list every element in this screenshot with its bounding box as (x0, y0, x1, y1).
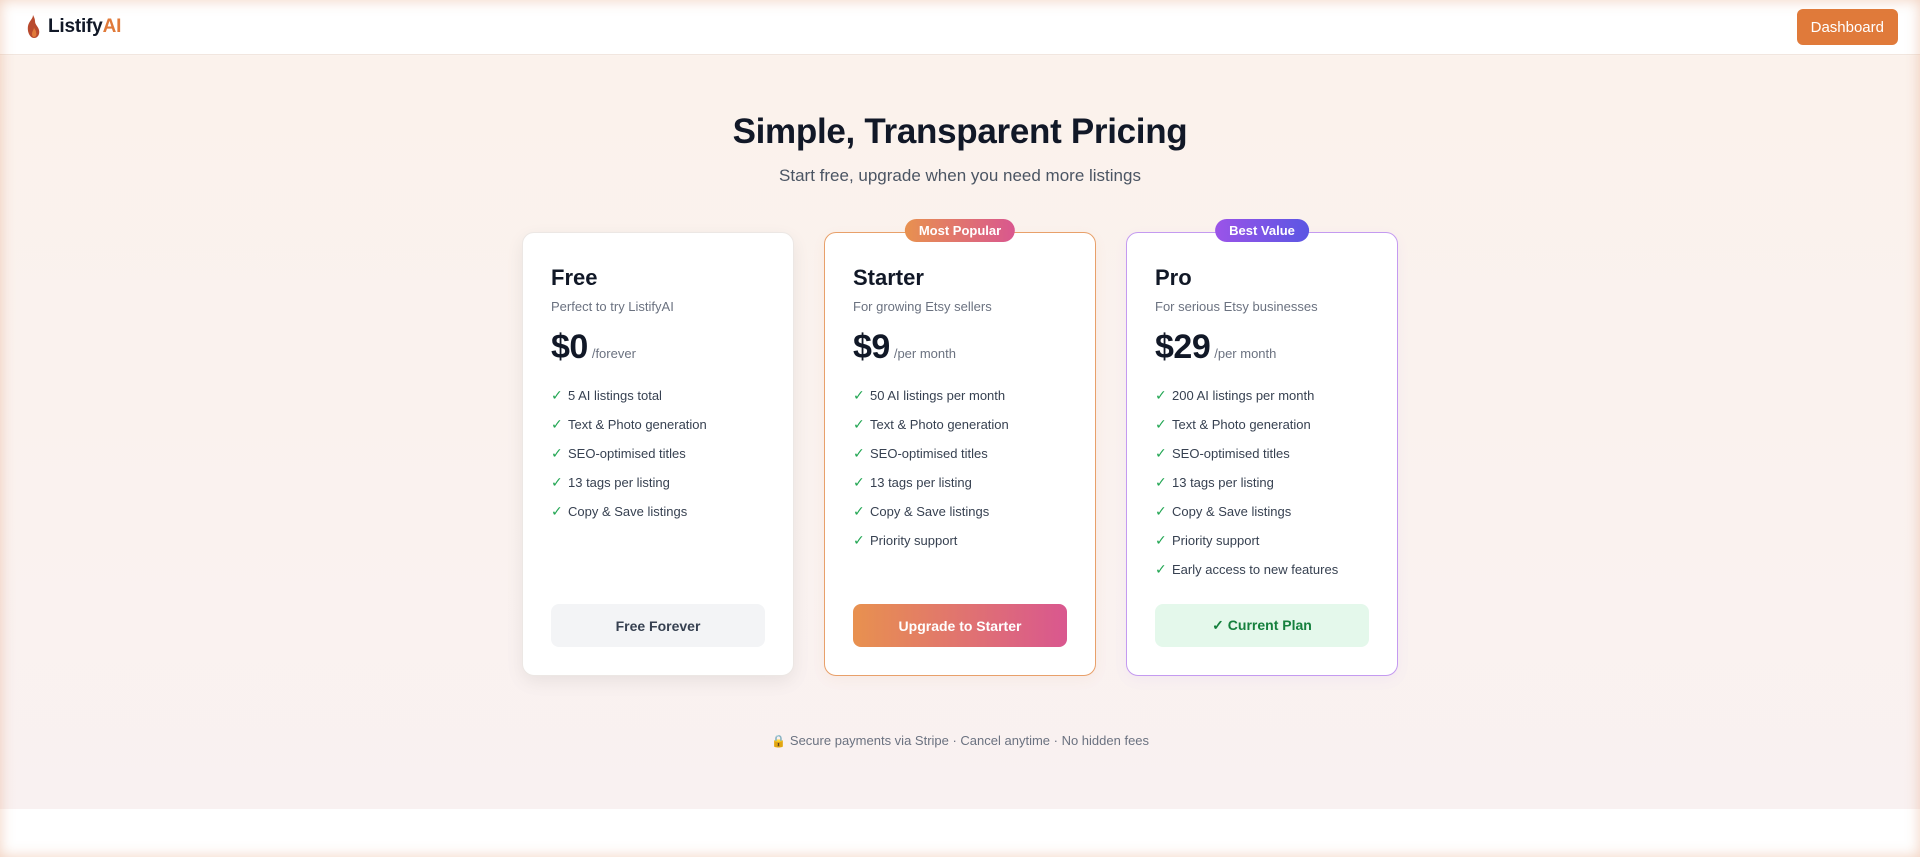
feature-text: 200 AI listings per month (1172, 388, 1315, 403)
plan-description: Perfect to try ListifyAI (551, 299, 674, 314)
feature-text: SEO-optimised titles (1172, 446, 1290, 461)
dashboard-button[interactable]: Dashboard (1796, 9, 1898, 45)
page-subtitle: Start free, upgrade when you need more l… (779, 166, 1141, 185)
feature-text: Early access to new features (1172, 562, 1339, 577)
most-popular-badge: Most Popular (904, 219, 1016, 242)
feature-text: Text & Photo generation (568, 417, 707, 432)
plan-name: Starter (853, 265, 924, 290)
check-icon: ✓ (853, 532, 865, 548)
check-icon: ✓ (853, 503, 865, 519)
check-icon: ✓ (551, 474, 563, 490)
feature-text: Priority support (1172, 533, 1260, 548)
top-navbar: ListifyAI Dashboard (0, 0, 1920, 55)
feature-item: ✓ Copy & Save listings (551, 497, 765, 526)
feature-item: ✓ 13 tags per listing (1155, 468, 1369, 497)
plan-period: /per month (893, 346, 956, 361)
plan-card-free: Free Perfect to try ListifyAI $0 /foreve… (522, 232, 794, 676)
check-icon: ✓ (1155, 387, 1167, 403)
plan-description: For growing Etsy sellers (853, 299, 992, 314)
plan-price: $9 (853, 328, 890, 366)
price-row: $0 /forever (551, 328, 765, 367)
feature-list: ✓ 200 AI listings per month ✓ Text & Photo… (1155, 381, 1369, 584)
check-icon: ✓ (1155, 474, 1167, 490)
feature-text: 13 tags per listing (870, 475, 972, 490)
price-row: $9 /per month (853, 328, 1067, 367)
feature-item: ✓ Text & Photo generation (551, 410, 765, 439)
plan-period: /forever (591, 346, 636, 361)
page-title: Simple, Transparent Pricing (732, 112, 1188, 151)
check-icon: ✓ (853, 445, 865, 461)
feature-item: ✓ SEO-optimised titles (551, 439, 765, 468)
feature-item: ✓ Priority support (1155, 526, 1369, 555)
price-row: $29 /per month (1155, 328, 1369, 367)
feature-item: ✓ 13 tags per listing (551, 468, 765, 497)
check-icon: ✓ (1155, 532, 1167, 548)
check-icon: ✓ (551, 416, 563, 432)
feature-item: ✓ Text & Photo generation (1155, 410, 1369, 439)
check-icon: ✓ (853, 387, 865, 403)
check-icon: ✓ (1155, 503, 1167, 519)
secure-payments-note: 🔒 Secure payments via Stripe · Cancel an… (0, 733, 1920, 748)
check-icon: ✓ (853, 474, 865, 490)
feature-list: ✓ 50 AI listings per month ✓ Text & Photo … (853, 381, 1067, 555)
feature-text: SEO-optimised titles (568, 446, 686, 461)
feature-item: ✓ Copy & Save listings (1155, 497, 1369, 526)
bottom-strip (0, 809, 1920, 857)
plan-card-starter: Most Popular Starter For growing Etsy se… (824, 219, 1096, 676)
feature-text: Text & Photo generation (1172, 417, 1311, 432)
feature-text: SEO-optimised titles (870, 446, 988, 461)
feature-text: 50 AI listings per month (870, 388, 1006, 403)
feature-item: ✓ Early access to new features (1155, 555, 1369, 584)
feature-item: ✓ Priority support (853, 526, 1067, 555)
feature-text: Text & Photo generation (870, 417, 1009, 432)
pricing-section: Simple, Transparent Pricing Start free, … (0, 56, 1920, 809)
feature-item: ✓ 5 AI listings total (551, 381, 765, 410)
plan-price: $0 (551, 328, 588, 366)
plan-name: Free (551, 265, 598, 290)
feature-text: 13 tags per listing (1172, 475, 1274, 490)
plan-description: For serious Etsy businesses (1155, 299, 1318, 314)
free-forever-button[interactable]: Free Forever (551, 604, 765, 647)
check-icon: ✓ (1155, 445, 1167, 461)
feature-text: 13 tags per listing (568, 475, 670, 490)
check-icon: ✓ (551, 387, 563, 403)
feature-text: Copy & Save listings (1172, 504, 1292, 519)
secure-payments-text: Secure payments via Stripe · Cancel anyt… (789, 733, 1150, 748)
lock-icon: 🔒 (770, 733, 786, 748)
brand-logo-link[interactable]: ListifyAI (24, 13, 121, 41)
plan-period: /per month (1214, 346, 1277, 361)
upgrade-to-starter-button[interactable]: Upgrade to Starter (853, 604, 1067, 647)
current-plan-button[interactable]: ✓ Current Plan (1155, 604, 1369, 647)
check-icon: ✓ (1155, 561, 1167, 577)
feature-text: Priority support (870, 533, 958, 548)
feature-item: ✓ SEO-optimised titles (1155, 439, 1369, 468)
flame-logo-icon (27, 15, 40, 38)
feature-text: 5 AI listings total (568, 388, 662, 403)
plan-card-pro: Best Value Pro For serious Etsy business… (1126, 219, 1398, 676)
brand-name: ListifyAI (48, 16, 121, 38)
feature-list: ✓ 5 AI listings total ✓ Text & Photo gener… (551, 381, 765, 526)
feature-item: ✓ Copy & Save listings (853, 497, 1067, 526)
feature-text: Copy & Save listings (870, 504, 990, 519)
check-icon: ✓ (1155, 416, 1167, 432)
check-icon: ✓ (551, 445, 563, 461)
feature-item: ✓ 50 AI listings per month (853, 381, 1067, 410)
feature-item: ✓ 13 tags per listing (853, 468, 1067, 497)
check-icon: ✓ (853, 416, 865, 432)
brand-name-suffix: AI (102, 16, 122, 37)
check-icon: ✓ (551, 503, 563, 519)
feature-item: ✓ SEO-optimised titles (853, 439, 1067, 468)
plan-name: Pro (1155, 265, 1192, 290)
brand-name-prefix: Listify (48, 16, 103, 37)
feature-item: ✓ Text & Photo generation (853, 410, 1067, 439)
feature-item: ✓ 200 AI listings per month (1155, 381, 1369, 410)
best-value-badge: Best Value (1215, 219, 1309, 242)
plan-price: $29 (1155, 328, 1211, 366)
feature-text: Copy & Save listings (568, 504, 688, 519)
